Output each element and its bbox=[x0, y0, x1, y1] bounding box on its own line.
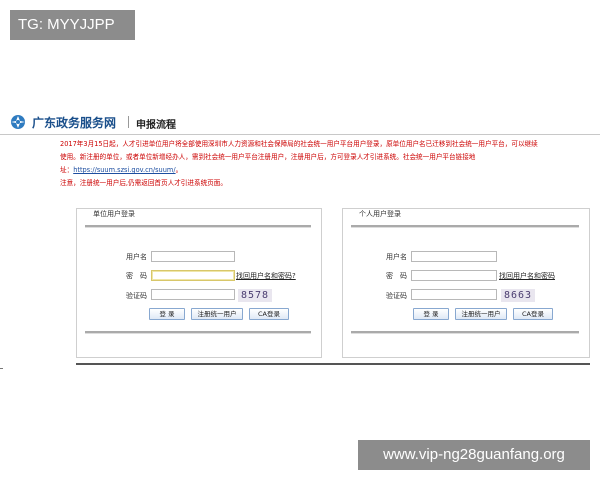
site-title[interactable]: 广东政务服务网 bbox=[32, 114, 116, 131]
personal-captcha-input[interactable] bbox=[411, 289, 497, 300]
unit-username-input[interactable] bbox=[151, 251, 235, 262]
personal-login-title: 个人用户登录 bbox=[359, 210, 401, 218]
personal-password-label: 密 码 bbox=[386, 272, 407, 280]
notice-line-4: 注意，注册统一用户后,仍需返回首页人才引进系统页面。 bbox=[60, 179, 227, 187]
unit-login-button[interactable]: 登 录 bbox=[149, 308, 185, 320]
header-divider-line bbox=[0, 134, 600, 135]
notice-address-prefix: 址： bbox=[60, 166, 74, 174]
personal-login-panel: 个人用户登录 用户名 密 码 找回用户名和密码 验证码 8663 登 录 注册统… bbox=[342, 208, 590, 358]
personal-panel-rule-top bbox=[351, 225, 579, 227]
personal-login-button[interactable]: 登 录 bbox=[413, 308, 449, 320]
notice-line-2: 使用。新注册的单位，或者单位新增经办人，需到社会统一用户平台注册用户，注册用户后… bbox=[60, 153, 476, 161]
watermark-top: TG: MYYJJPP bbox=[10, 10, 135, 40]
notice-line-3: 址：https://suum.szsi.gov.cn/suum/。 bbox=[60, 164, 598, 177]
personal-username-label: 用户名 bbox=[386, 253, 407, 261]
unit-password-input[interactable] bbox=[151, 270, 235, 281]
header-divider bbox=[128, 116, 129, 128]
unit-login-title: 单位用户登录 bbox=[93, 210, 135, 218]
notice-address-suffix: 。 bbox=[175, 166, 183, 174]
tab-apply-process[interactable]: 申报流程 bbox=[136, 116, 176, 131]
personal-captcha-image[interactable]: 8663 bbox=[501, 289, 535, 302]
unit-panel-rule-top bbox=[85, 225, 311, 227]
left-edge-mark bbox=[0, 368, 3, 369]
page-bottom-rule bbox=[76, 363, 590, 365]
personal-captcha-label: 验证码 bbox=[386, 292, 407, 300]
unit-panel-rule-bottom bbox=[85, 331, 311, 333]
personal-password-input[interactable] bbox=[411, 270, 497, 281]
personal-forgot-link[interactable]: 找回用户名和密码 bbox=[499, 271, 555, 281]
unit-captcha-input[interactable] bbox=[151, 289, 235, 300]
unit-captcha-image[interactable]: 8578 bbox=[238, 289, 272, 302]
unit-register-button[interactable]: 注册统一用户 bbox=[191, 308, 243, 320]
unit-username-label: 用户名 bbox=[126, 253, 147, 261]
site-logo-icon bbox=[11, 115, 25, 129]
notice-line-1: 2017年3月15日起，人才引进单位用户将全部使用深圳市人力资源和社会保障局的社… bbox=[60, 140, 538, 148]
unit-ca-login-button[interactable]: CA登录 bbox=[249, 308, 289, 320]
notice-text: 2017年3月15日起，人才引进单位用户将全部使用深圳市人力资源和社会保障局的社… bbox=[60, 138, 598, 190]
unit-captcha-label: 验证码 bbox=[126, 292, 147, 300]
personal-register-button[interactable]: 注册统一用户 bbox=[455, 308, 507, 320]
personal-ca-login-button[interactable]: CA登录 bbox=[513, 308, 553, 320]
personal-panel-rule-bottom bbox=[351, 331, 579, 333]
unit-login-panel: 单位用户登录 用户名 密 码 找回用户名和密码? 验证码 8578 登 录 注册… bbox=[76, 208, 322, 358]
watermark-bottom: www.vip-ng28guanfang.org bbox=[358, 440, 590, 470]
personal-username-input[interactable] bbox=[411, 251, 497, 262]
suum-link[interactable]: https://suum.szsi.gov.cn/suum/ bbox=[73, 166, 175, 174]
unit-password-label: 密 码 bbox=[126, 272, 147, 280]
unit-forgot-link[interactable]: 找回用户名和密码? bbox=[236, 271, 296, 281]
